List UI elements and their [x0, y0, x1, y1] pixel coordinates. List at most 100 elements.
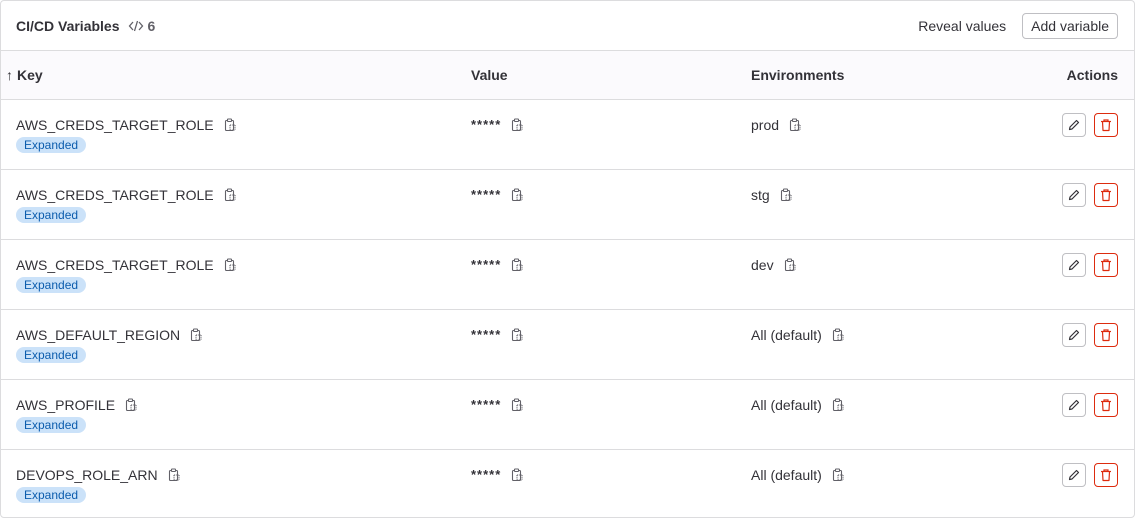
copy-value-icon[interactable] — [510, 117, 524, 132]
pencil-icon — [1068, 189, 1080, 201]
copy-icon — [780, 188, 792, 202]
copy-key-icon[interactable] — [124, 398, 138, 412]
table-row: DEVOPS_ROLE_ARN Expanded ***** All (defa… — [1, 450, 1134, 520]
copy-value-icon[interactable] — [510, 397, 524, 412]
table-row: AWS_DEFAULT_REGION Expanded ***** All (d… — [1, 309, 1134, 380]
masked-value: ***** — [471, 467, 502, 482]
actions-cell — [1051, 169, 1134, 240]
delete-button[interactable] — [1094, 323, 1118, 347]
trash-icon — [1101, 119, 1111, 132]
masked-value: ***** — [471, 397, 502, 412]
code-icon — [128, 20, 143, 31]
pencil-icon — [1068, 399, 1080, 411]
copy-key-icon[interactable] — [223, 258, 237, 272]
table-row: AWS_CREDS_TARGET_ROLE Expanded ***** pro… — [1, 99, 1134, 170]
variable-key: AWS_CREDS_TARGET_ROLE — [16, 117, 214, 133]
key-cell: AWS_PROFILE Expanded — [1, 379, 471, 450]
variable-key: AWS_PROFILE — [16, 397, 116, 413]
column-header-value: Value — [471, 51, 751, 100]
card-title: CI/CD Variables — [16, 17, 120, 34]
copy-key-icon[interactable] — [223, 188, 237, 202]
edit-button[interactable] — [1062, 463, 1086, 487]
copy-environment-icon[interactable] — [831, 468, 845, 482]
copy-icon — [512, 117, 523, 131]
delete-button[interactable] — [1094, 463, 1118, 487]
copy-icon — [191, 328, 202, 342]
copy-icon — [832, 328, 844, 342]
environment-cell: dev — [751, 239, 1051, 310]
trash-icon — [1101, 469, 1111, 482]
copy-environment-icon[interactable] — [779, 188, 793, 202]
edit-button[interactable] — [1062, 113, 1086, 137]
edit-button[interactable] — [1062, 393, 1086, 417]
reveal-values-button[interactable]: Reveal values — [910, 14, 1014, 38]
pencil-icon — [1068, 119, 1080, 131]
add-variable-button[interactable]: Add variable — [1022, 12, 1118, 39]
key-cell: AWS_CREDS_TARGET_ROLE Expanded — [1, 169, 471, 240]
variable-key: AWS_DEFAULT_REGION — [16, 327, 181, 343]
copy-value-icon[interactable] — [510, 327, 524, 342]
edit-button[interactable] — [1062, 323, 1086, 347]
delete-button[interactable] — [1094, 253, 1118, 277]
environment-cell: All (default) — [751, 450, 1051, 520]
copy-environment-icon[interactable] — [831, 398, 845, 412]
environment-scope: All (default) — [751, 397, 822, 413]
trash-icon — [1101, 259, 1111, 272]
trash-icon — [1101, 399, 1111, 412]
copy-icon — [224, 188, 236, 202]
actions-cell — [1051, 99, 1134, 170]
column-header-key[interactable]: ↑ Key — [1, 51, 471, 100]
card-header: CI/CD Variables 6 Reveal values Add vari… — [1, 1, 1134, 51]
key-cell: DEVOPS_ROLE_ARN Expanded — [1, 450, 471, 520]
variables-table: ↑ Key Value Environments Actions AWS_CRED… — [1, 51, 1134, 519]
actions-cell — [1051, 239, 1134, 310]
environment-cell: All (default) — [751, 309, 1051, 380]
copy-environment-icon[interactable] — [783, 258, 797, 272]
sort-ascending-icon: ↑ — [6, 67, 13, 83]
copy-environment-icon[interactable] — [788, 118, 802, 132]
value-cell: ***** — [471, 99, 751, 170]
copy-key-icon[interactable] — [223, 118, 237, 132]
key-cell: AWS_CREDS_TARGET_ROLE Expanded — [1, 99, 471, 170]
key-cell: AWS_CREDS_TARGET_ROLE Expanded — [1, 239, 471, 310]
environment-scope: prod — [751, 117, 780, 133]
copy-value-icon[interactable] — [510, 187, 524, 202]
copy-icon — [512, 327, 523, 341]
column-header-environments: Environments — [751, 51, 1051, 100]
value-cell: ***** — [471, 169, 751, 240]
expanded-badge: Expanded — [16, 487, 87, 503]
edit-button[interactable] — [1062, 183, 1086, 207]
copy-icon — [224, 118, 236, 132]
masked-value: ***** — [471, 117, 502, 132]
delete-button[interactable] — [1094, 183, 1118, 207]
ci-cd-variables-card: CI/CD Variables 6 Reveal values Add vari… — [0, 0, 1135, 518]
copy-icon — [512, 187, 523, 201]
masked-value: ***** — [471, 257, 502, 272]
environment-scope: All (default) — [751, 327, 822, 343]
actions-cell — [1051, 450, 1134, 520]
table-row: AWS_CREDS_TARGET_ROLE Expanded ***** dev — [1, 239, 1134, 310]
copy-value-icon[interactable] — [510, 257, 524, 272]
expanded-badge: Expanded — [16, 347, 87, 363]
expanded-badge: Expanded — [16, 417, 87, 433]
environment-cell: All (default) — [751, 379, 1051, 450]
actions-cell — [1051, 379, 1134, 450]
table-row: AWS_PROFILE Expanded ***** All (default) — [1, 379, 1134, 450]
copy-icon — [512, 257, 523, 271]
delete-button[interactable] — [1094, 113, 1118, 137]
environment-cell: stg — [751, 169, 1051, 240]
copy-key-icon[interactable] — [167, 468, 181, 482]
copy-icon — [168, 468, 180, 482]
variable-count-value: 6 — [147, 17, 156, 34]
pencil-icon — [1068, 259, 1080, 271]
environment-scope: All (default) — [751, 467, 822, 483]
trash-icon — [1101, 329, 1111, 342]
copy-environment-icon[interactable] — [831, 328, 845, 342]
edit-button[interactable] — [1062, 253, 1086, 277]
copy-icon — [512, 397, 523, 411]
delete-button[interactable] — [1094, 393, 1118, 417]
copy-key-icon[interactable] — [189, 328, 203, 342]
copy-value-icon[interactable] — [510, 467, 524, 482]
masked-value: ***** — [471, 327, 502, 342]
value-cell: ***** — [471, 379, 751, 450]
